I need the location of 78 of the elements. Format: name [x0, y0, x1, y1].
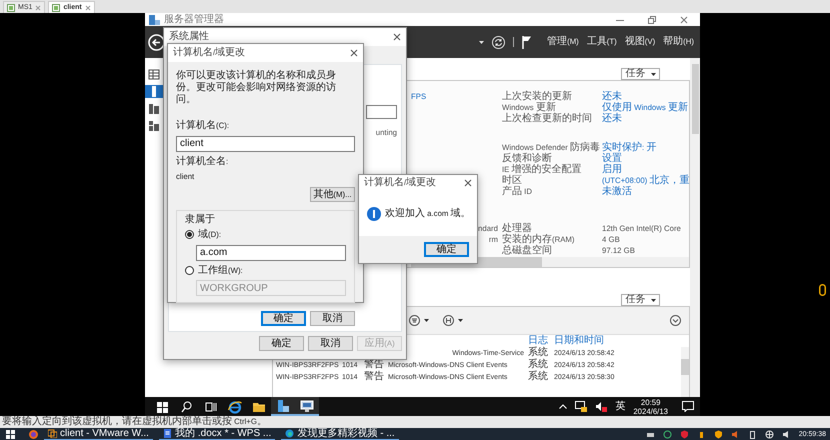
property-label: 时区 — [502, 175, 522, 186]
close-icon[interactable] — [680, 16, 688, 24]
back-icon[interactable] — [148, 34, 165, 50]
dialog-button[interactable]: 取消 — [310, 311, 355, 326]
property-label: 上次检查更新的时间 — [502, 113, 592, 124]
property-label: 上次安装的更新 — [502, 91, 572, 102]
volume-icon[interactable] — [595, 401, 608, 412]
table-cell: 系统 — [528, 371, 548, 382]
description-field[interactable] — [366, 105, 397, 119]
intro-text: 你可以更改该计算机的名称和成员身份。更改可能会影响对网络资源的访问。 — [176, 70, 337, 106]
shield-icon[interactable] — [714, 430, 723, 438]
table-cell: 警告 — [364, 371, 384, 382]
filter-icon[interactable] — [409, 315, 420, 326]
monitor-icon[interactable] — [299, 398, 315, 414]
battery-icon[interactable] — [748, 430, 757, 438]
dialog-button[interactable]: 确定 — [261, 311, 306, 326]
close-icon[interactable] — [393, 33, 401, 41]
table-cell: 系统 — [528, 359, 548, 370]
network-icon[interactable] — [575, 401, 588, 412]
tasks-button[interactable]: 任务 — [621, 294, 660, 306]
browser-icon[interactable] — [29, 430, 38, 438]
radio-button[interactable] — [185, 230, 194, 240]
window-title: 服务器管理器 — [164, 13, 224, 26]
taskbar-button[interactable]: 我的 .docx * - WPS ... — [158, 428, 276, 440]
info-icon — [367, 206, 381, 220]
caret-icon — [651, 298, 656, 302]
restore-icon[interactable] — [648, 16, 656, 24]
windows-logo-icon[interactable] — [6, 430, 15, 438]
column-header[interactable]: 日志 — [528, 335, 554, 347]
caret-icon[interactable] — [479, 40, 484, 44]
server-icon — [149, 14, 160, 24]
table-cell: 系统 — [528, 347, 548, 358]
tasks-button[interactable]: 任务 — [621, 68, 660, 80]
ok-button[interactable]: 确定 — [424, 242, 469, 257]
caret-icon[interactable] — [458, 319, 463, 322]
property-link[interactable]: 设置 — [602, 153, 622, 164]
computer-name-field[interactable]: client — [176, 136, 355, 152]
property-link[interactable]: 未激活 — [602, 186, 632, 197]
input-method-indicator[interactable]: 英 — [615, 402, 626, 411]
group-label: 隶属于 — [185, 214, 216, 225]
property-label: 处理器 — [502, 223, 532, 234]
dialog-title: 系统属性 — [169, 30, 209, 44]
browser-icon[interactable] — [227, 398, 243, 414]
property-label: 反馈和诊断 — [502, 153, 552, 164]
sync-icon[interactable] — [662, 430, 672, 438]
scrollbar-thumb[interactable] — [681, 359, 690, 375]
mouse-icon — [819, 284, 826, 296]
globe-icon[interactable] — [764, 430, 774, 438]
property-label: 总磁盘空间 — [502, 245, 552, 256]
property-link[interactable]: 还未 — [602, 91, 622, 102]
divider-icon — [513, 37, 514, 47]
notification-icon[interactable] — [682, 401, 694, 412]
shield-icon[interactable] — [680, 430, 689, 438]
column-header[interactable]: 日期和时间 — [554, 335, 636, 347]
taskbar-button[interactable]: 发现更多精彩视频 - ... — [281, 428, 399, 440]
vm-icon — [52, 4, 60, 12]
caret-icon[interactable] — [424, 319, 429, 322]
refresh-icon[interactable] — [492, 36, 506, 48]
filter-icon[interactable] — [443, 315, 454, 326]
browser-icon — [285, 429, 294, 438]
scrollbar-thumb[interactable] — [692, 64, 699, 134]
dialog-button[interactable]: 取消 — [308, 336, 353, 351]
vm-icon — [7, 4, 15, 12]
close-icon[interactable] — [350, 49, 358, 57]
flag-icon[interactable] — [522, 36, 532, 48]
server-icon[interactable] — [275, 398, 291, 414]
radio-button[interactable] — [185, 266, 194, 275]
vm-icon — [48, 429, 57, 438]
taskbar-button[interactable]: client - VMware W... — [44, 428, 153, 440]
caret-icon — [651, 72, 656, 76]
property-link[interactable]: 启用 — [602, 164, 622, 175]
domain-field[interactable]: a.com — [196, 244, 346, 260]
document-icon — [162, 429, 172, 438]
chevron-up-icon[interactable] — [559, 404, 568, 409]
dialog-button[interactable]: 确定 — [259, 336, 304, 351]
expand-icon[interactable] — [670, 315, 682, 326]
close-icon[interactable] — [464, 179, 472, 187]
property-link[interactable]: 还未 — [602, 113, 622, 124]
